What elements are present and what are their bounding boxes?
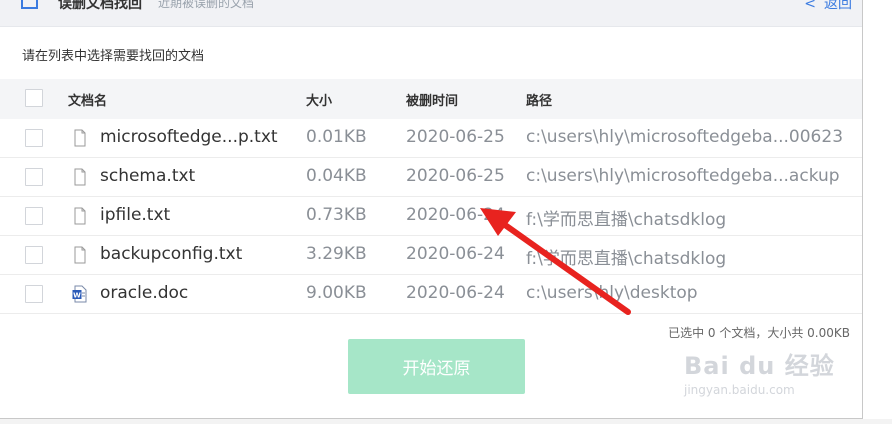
annotation-arrow <box>480 208 631 315</box>
